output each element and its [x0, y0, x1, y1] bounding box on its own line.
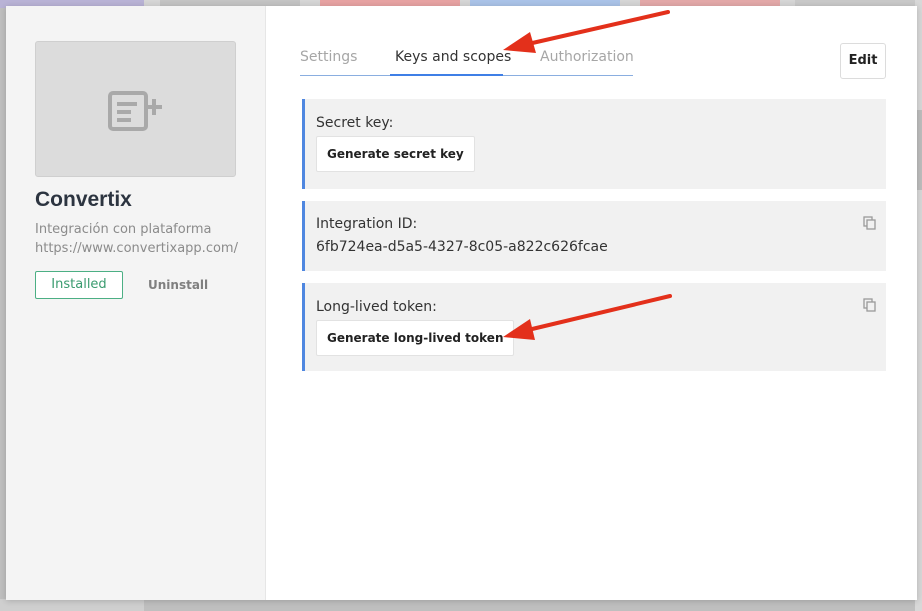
integration-id-value: 6fb724ea-d5a5-4327-8c05-a822c626fcae — [316, 239, 608, 255]
generate-secret-key-button[interactable]: Generate secret key — [316, 136, 475, 172]
add-list-icon — [108, 91, 162, 131]
installed-badge: Installed — [35, 271, 123, 299]
secret-key-panel: Secret key: Generate secret key — [302, 99, 886, 189]
generate-long-lived-token-button[interactable]: Generate long-lived token — [316, 320, 515, 356]
uninstall-button[interactable]: Uninstall — [148, 278, 208, 292]
app-url: https://www.convertixapp.com/ — [35, 241, 238, 256]
tab-authorization[interactable]: Authorization — [540, 49, 634, 65]
copy-icon[interactable] — [863, 298, 877, 312]
integration-modal: Convertix Integración con plataforma htt… — [6, 6, 917, 600]
copy-icon[interactable] — [863, 216, 877, 230]
app-description-text: Integración con plataforma — [35, 222, 212, 237]
tab-active-indicator — [390, 74, 503, 76]
secret-key-label: Secret key: — [316, 115, 394, 131]
integration-id-label: Integration ID: — [316, 216, 418, 232]
app-thumbnail — [35, 41, 236, 177]
edit-button[interactable]: Edit — [840, 43, 886, 79]
app-sidebar: Convertix Integración con plataforma htt… — [6, 6, 266, 600]
tab-keys-and-scopes[interactable]: Keys and scopes — [395, 49, 511, 65]
long-lived-token-label: Long-lived token: — [316, 299, 437, 315]
integration-id-panel: Integration ID: 6fb724ea-d5a5-4327-8c05-… — [302, 201, 886, 271]
app-description: Integración con plataforma https://www.c… — [35, 220, 238, 258]
app-name: Convertix — [35, 188, 132, 211]
background-thumb — [0, 599, 144, 611]
tab-settings[interactable]: Settings — [300, 49, 357, 65]
long-lived-token-panel: Long-lived token: Generate long-lived to… — [302, 283, 886, 371]
main-content: Settings Keys and scopes Authorization E… — [266, 6, 917, 600]
